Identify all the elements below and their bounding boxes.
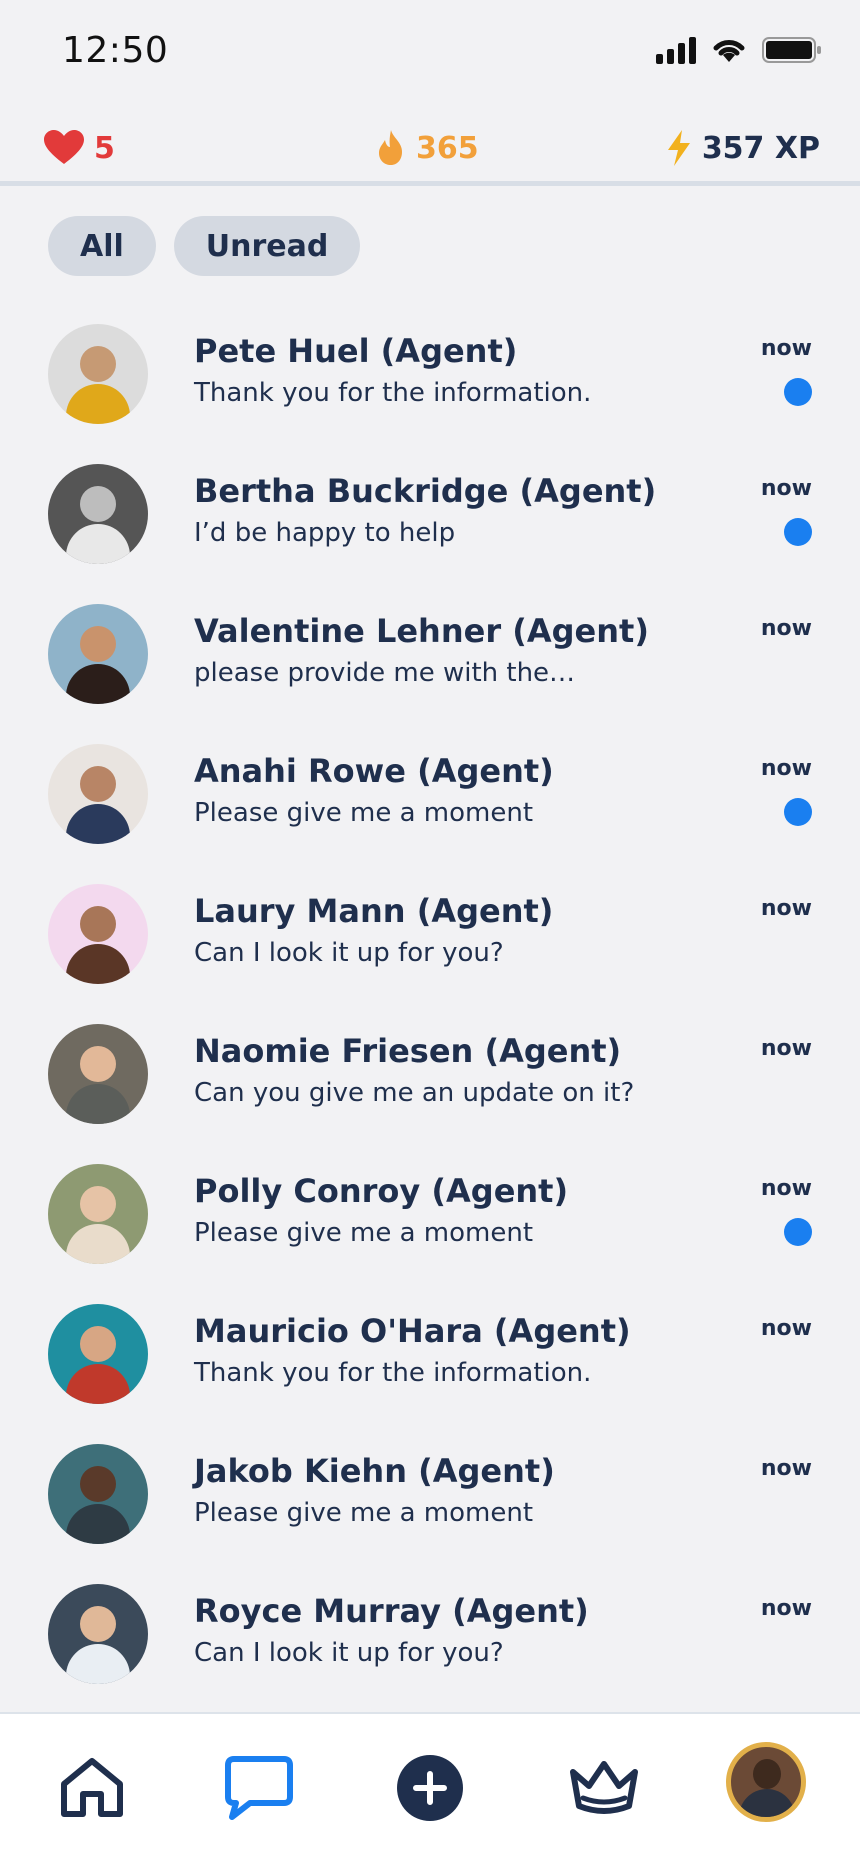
chat-bubble-icon (225, 1756, 293, 1820)
contact-avatar (48, 1164, 148, 1264)
contact-name: Jakob Kiehn (Agent) (194, 1452, 555, 1490)
contact-name: Royce Murray (Agent) (194, 1592, 589, 1630)
message-time: now (760, 1316, 812, 1341)
message-preview: Thank you for the information. (194, 1358, 592, 1388)
message-preview: Please give me a moment (194, 1498, 534, 1528)
message-time: now (760, 1456, 812, 1481)
unread-indicator (784, 518, 812, 546)
nav-profile-avatar[interactable] (726, 1742, 806, 1822)
nav-leaderboard-button[interactable] (564, 1748, 644, 1828)
status-icons (656, 36, 822, 64)
conversation-row[interactable]: Bertha Buckridge (Agent) I’d be happy to… (0, 460, 860, 600)
streak-count: 365 (416, 130, 479, 166)
contact-name: Pete Huel (Agent) (194, 332, 518, 370)
message-time: now (760, 476, 812, 501)
message-preview: Can you give me an update on it? (194, 1078, 635, 1108)
conversation-row[interactable]: Pete Huel (Agent) Thank you for the info… (0, 320, 860, 460)
filter-unread-chip[interactable]: Unread (173, 216, 361, 276)
message-time: now (760, 616, 812, 641)
wifi-icon (713, 40, 745, 62)
contact-name: Naomie Friesen (Agent) (194, 1032, 622, 1070)
contact-name: Polly Conroy (Agent) (194, 1172, 569, 1210)
unread-indicator (784, 378, 812, 406)
conversation-row[interactable]: Mauricio O'Hara (Agent) Thank you for th… (0, 1300, 860, 1440)
message-time: now (760, 336, 812, 361)
contact-avatar (48, 744, 148, 844)
contact-name: Laury Mann (Agent) (194, 892, 554, 930)
hearts-count: 5 (94, 130, 115, 166)
message-preview: please provide me with the… (194, 658, 576, 688)
message-preview: Thank you for the information. (194, 378, 592, 408)
message-time: now (760, 1036, 812, 1061)
contact-name: Anahi Rowe (Agent) (194, 752, 554, 790)
xp-stat[interactable]: 357 XP (666, 130, 820, 166)
conversation-row[interactable]: Laury Mann (Agent) Can I look it up for … (0, 880, 860, 1020)
message-preview: Can I look it up for you? (194, 938, 504, 968)
bottom-nav (0, 1712, 860, 1864)
contact-name: Valentine Lehner (Agent) (194, 612, 649, 650)
contact-avatar (48, 1584, 148, 1684)
cellular-signal-icon (656, 36, 696, 64)
home-icon (61, 1758, 123, 1817)
profile-head (753, 1759, 781, 1789)
hearts-stat[interactable]: 5 (44, 130, 115, 166)
nav-home-button[interactable] (52, 1748, 132, 1828)
filter-all-chip[interactable]: All (48, 216, 156, 276)
heart-icon (44, 130, 84, 164)
battery-icon (762, 37, 821, 63)
message-time: now (760, 896, 812, 921)
status-time: 12:50 (62, 30, 169, 71)
nav-add-button[interactable] (390, 1748, 470, 1828)
crown-icon (570, 1761, 638, 1814)
streak-stat[interactable]: 365 (376, 130, 479, 166)
xp-count: 357 XP (701, 130, 820, 166)
conversation-row[interactable]: Royce Murray (Agent) Can I look it up fo… (0, 1580, 860, 1720)
add-icon (397, 1755, 463, 1821)
contact-avatar (48, 604, 148, 704)
contact-avatar (48, 1024, 148, 1124)
unread-indicator (784, 798, 812, 826)
nav-chat-button[interactable] (219, 1748, 299, 1828)
unread-indicator (784, 1218, 812, 1246)
lightning-icon (667, 130, 690, 166)
conversation-row[interactable]: Polly Conroy (Agent) Please give me a mo… (0, 1160, 860, 1300)
flame-icon (379, 130, 402, 165)
contact-avatar (48, 1304, 148, 1404)
contact-avatar (48, 884, 148, 984)
contact-avatar (48, 1444, 148, 1544)
conversation-row[interactable]: Valentine Lehner (Agent) please provide … (0, 600, 860, 740)
conversation-row[interactable]: Naomie Friesen (Agent) Can you give me a… (0, 1020, 860, 1160)
conversation-list: Pete Huel (Agent) Thank you for the info… (0, 320, 860, 1720)
profile-body (739, 1789, 795, 1817)
message-time: now (760, 1596, 812, 1621)
message-preview: Can I look it up for you? (194, 1638, 504, 1668)
message-preview: Please give me a moment (194, 1218, 534, 1248)
status-bar: 12:50 (0, 0, 860, 110)
conversation-row[interactable]: Jakob Kiehn (Agent) Please give me a mom… (0, 1440, 860, 1580)
stats-header: 5 365 357 XP (0, 120, 860, 186)
contact-name: Bertha Buckridge (Agent) (194, 472, 657, 510)
message-time: now (760, 1176, 812, 1201)
conversation-row[interactable]: Anahi Rowe (Agent) Please give me a mome… (0, 740, 860, 880)
message-preview: I’d be happy to help (194, 518, 456, 548)
messages-screen: 12:50 5 365 357 XP All Unread Pete Huel … (0, 0, 860, 1864)
contact-avatar (48, 324, 148, 424)
message-time: now (760, 756, 812, 781)
filter-chips: All Unread (48, 216, 361, 276)
contact-name: Mauricio O'Hara (Agent) (194, 1312, 631, 1350)
message-preview: Please give me a moment (194, 798, 534, 828)
contact-avatar (48, 464, 148, 564)
